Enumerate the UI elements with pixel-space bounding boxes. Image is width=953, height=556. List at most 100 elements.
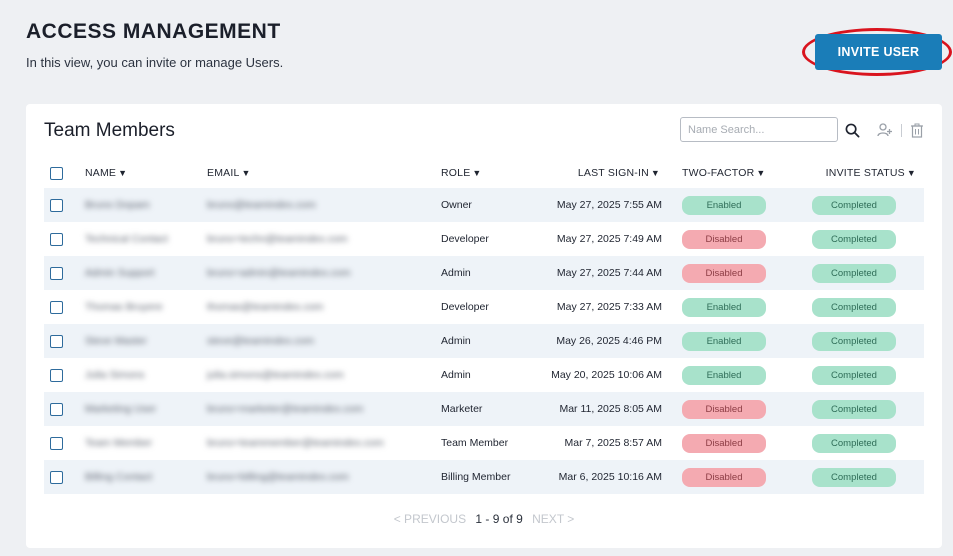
user-last-signin: May 26, 2025 4:46 PM (544, 324, 668, 358)
column-header-name[interactable]: NAME ▼ (78, 158, 200, 188)
invite-status-badge: Completed (812, 399, 896, 419)
user-role: Owner (434, 188, 544, 222)
user-name: Technical Contact (85, 233, 168, 245)
table-row[interactable]: Steve Master steve@teamindex.com Admin M… (44, 324, 924, 358)
sort-arrow-icon: ▼ (650, 168, 660, 178)
user-name: Steve Master (85, 335, 147, 347)
page-title: ACCESS MANAGEMENT (26, 20, 281, 43)
user-name: Team Member (85, 437, 153, 449)
sort-arrow-icon: ▼ (118, 168, 128, 178)
table-row[interactable]: Thomas Bruyere thomas@teamindex.com Deve… (44, 290, 924, 324)
user-name: Admin Support (85, 267, 155, 279)
table-row[interactable]: Julia Simons julia.simons@teamindex.com … (44, 358, 924, 392)
invite-status-badge: Completed (812, 229, 896, 249)
sort-arrow-icon: ▼ (241, 168, 251, 178)
row-checkbox[interactable] (50, 198, 63, 212)
user-name: Julia Simons (85, 369, 145, 381)
user-name: Bruno Dopam (85, 199, 150, 211)
two-factor-badge: Enabled (682, 297, 766, 317)
invite-status-badge: Completed (812, 297, 896, 317)
user-last-signin: Mar 11, 2025 8:05 AM (544, 392, 668, 426)
page-range: 1 - 9 of 9 (475, 512, 523, 526)
user-name: Billing Contact (85, 471, 153, 483)
user-email: bruno@teamindex.com (207, 199, 316, 211)
user-role: Developer (441, 301, 489, 313)
add-user-icon[interactable] (876, 121, 894, 139)
user-last-signin: May 27, 2025 7:44 AM (544, 256, 668, 290)
user-last-signin: May 27, 2025 7:55 AM (544, 188, 668, 222)
row-checkbox[interactable] (50, 300, 63, 314)
user-name: Thomas Bruyere (85, 301, 163, 313)
user-last-signin: Mar 6, 2025 10:16 AM (544, 460, 668, 494)
toolbar-divider (901, 124, 902, 137)
card-title: Team Members (44, 120, 175, 141)
user-role: Admin (441, 369, 471, 381)
column-header-invite-status[interactable]: INVITE STATUS ▼ (796, 158, 924, 188)
row-checkbox[interactable] (50, 334, 63, 348)
user-role: Marketer (434, 392, 544, 426)
user-role: Admin (434, 324, 544, 358)
column-header-last-signin[interactable]: LAST SIGN-IN ▼ (544, 158, 668, 188)
search-icon[interactable] (843, 121, 861, 139)
select-all-checkbox[interactable] (50, 166, 63, 180)
two-factor-badge: Disabled (682, 467, 766, 487)
user-role: Team Member (441, 437, 509, 449)
user-email: thomas@teamindex.com (207, 301, 324, 313)
user-email: bruno+techn@teamindex.com (207, 233, 348, 245)
row-checkbox[interactable] (50, 232, 63, 246)
user-last-signin: May 20, 2025 10:06 AM (551, 369, 662, 381)
invite-status-badge: Completed (812, 433, 896, 453)
next-page-button[interactable]: NEXT > (532, 512, 574, 526)
invite-status-badge: Completed (812, 365, 896, 385)
sort-arrow-icon: ▼ (756, 168, 766, 178)
user-email: bruno+teammember@teamindex.com (207, 437, 384, 449)
user-email: bruno+billing@teamindex.com (207, 471, 349, 483)
page-subtitle: In this view, you can invite or manage U… (26, 55, 284, 70)
row-checkbox[interactable] (50, 266, 63, 280)
sort-arrow-icon: ▼ (906, 168, 916, 178)
team-members-card: Team Members NAME▼ EMAIL▼ ROLE▼ LAST SIG… (26, 104, 942, 548)
table-row[interactable]: Admin Support bruno+admin@teamindex.com … (44, 256, 924, 290)
user-name: Marketing User (85, 403, 157, 415)
two-factor-badge: Disabled (682, 229, 766, 249)
user-role: Admin (434, 256, 544, 290)
two-factor-badge: Enabled (682, 195, 766, 215)
column-header-two-factor[interactable]: TWO-FACTOR ▼ (668, 158, 796, 188)
row-checkbox[interactable] (50, 368, 63, 382)
table-header-row: NAME ▼ EMAIL ▼ ROLE ▼ LAST SIGN-IN ▼ TWO-FAC… (44, 158, 924, 188)
table-row[interactable]: Billing Contact bruno+billing@teamindex.… (44, 460, 924, 494)
team-members-table: NAME ▼ EMAIL ▼ ROLE ▼ LAST SIGN-IN ▼ TWO-FAC… (44, 158, 924, 494)
user-email: julia.simons@teamindex.com (207, 369, 344, 381)
table-row[interactable]: Bruno Dopam bruno@teamindex.com Owner Ma… (44, 188, 924, 222)
invite-status-badge: Completed (812, 331, 896, 351)
table-row[interactable]: Technical Contact bruno+techn@teamindex.… (44, 222, 924, 256)
user-email: bruno+admin@teamindex.com (207, 267, 351, 279)
table-row[interactable]: Team Member bruno+teammember@teamindex.c… (44, 426, 924, 460)
user-email: steve@teamindex.com (207, 335, 314, 347)
user-role: Billing Member (434, 460, 544, 494)
trash-icon[interactable] (908, 121, 926, 139)
row-checkbox[interactable] (50, 470, 63, 484)
select-all-cell (44, 158, 78, 188)
two-factor-badge: Disabled (682, 263, 766, 283)
column-header-role[interactable]: ROLE ▼ (434, 158, 544, 188)
two-factor-badge: Enabled (682, 365, 766, 385)
table-row[interactable]: Marketing User bruno+marketer@teamindex.… (44, 392, 924, 426)
name-search-input[interactable] (680, 117, 838, 142)
two-factor-badge: Enabled (682, 331, 766, 351)
two-factor-badge: Disabled (682, 399, 766, 419)
invite-status-badge: Completed (812, 467, 896, 487)
pagination: < PREVIOUS 1 - 9 of 9 NEXT > (26, 512, 942, 526)
user-last-signin: Mar 7, 2025 8:57 AM (564, 437, 662, 449)
invite-user-button[interactable]: INVITE USER (815, 34, 942, 70)
previous-page-button[interactable]: < PREVIOUS (394, 512, 466, 526)
row-checkbox[interactable] (50, 402, 63, 416)
invite-status-badge: Completed (812, 263, 896, 283)
user-email: bruno+marketer@teamindex.com (207, 403, 364, 415)
user-last-signin: May 27, 2025 7:49 AM (556, 233, 662, 245)
invite-status-badge: Completed (812, 195, 896, 215)
row-checkbox[interactable] (50, 436, 63, 450)
user-last-signin: May 27, 2025 7:33 AM (556, 301, 662, 313)
column-header-email[interactable]: EMAIL ▼ (200, 158, 434, 188)
two-factor-badge: Disabled (682, 433, 766, 453)
